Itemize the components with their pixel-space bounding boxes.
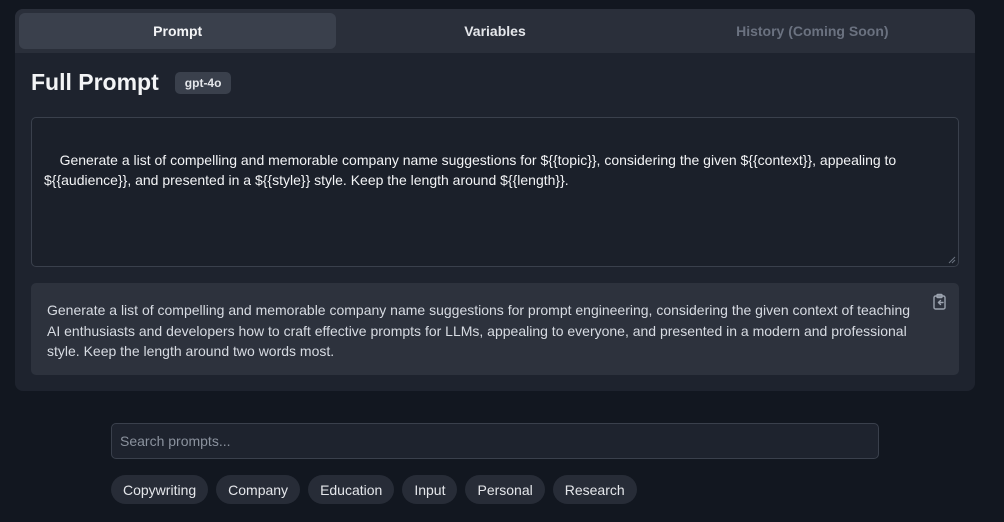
tab-history: History (Coming Soon) <box>736 23 889 39</box>
tag-company[interactable]: Company <box>216 475 301 504</box>
tag-personal[interactable]: Personal <box>465 475 545 504</box>
generated-prompt-output: Generate a list of compelling and memora… <box>31 283 959 375</box>
prompt-template-text: Generate a list of compelling and memora… <box>44 152 901 188</box>
heading-row: Full Prompt gpt-4o <box>31 69 232 96</box>
clipboard-copy-icon <box>933 293 946 310</box>
tab-prompt[interactable]: Prompt <box>19 13 337 49</box>
prompt-panel: Prompt Variables History (Coming Soon) F… <box>15 9 975 391</box>
tag-education[interactable]: Education <box>308 475 395 504</box>
prompt-template-textarea[interactable]: Generate a list of compelling and memora… <box>31 117 959 267</box>
tag-research[interactable]: Research <box>552 475 637 504</box>
copy-button[interactable] <box>929 291 951 313</box>
tab-variables[interactable]: Variables <box>336 13 653 49</box>
search-input[interactable] <box>111 423 879 459</box>
tab-bar: Prompt Variables History (Coming Soon) <box>15 9 975 53</box>
resize-handle-icon[interactable] <box>948 256 956 264</box>
page-title: Full Prompt <box>31 69 159 95</box>
tag-input[interactable]: Input <box>402 475 458 504</box>
tag-copywriting[interactable]: Copywriting <box>111 475 209 504</box>
generated-prompt-text: Generate a list of compelling and memora… <box>47 302 911 359</box>
model-badge: gpt-4o <box>174 71 232 94</box>
tag-filter-list: Copywriting Company Education Input Pers… <box>111 475 637 504</box>
